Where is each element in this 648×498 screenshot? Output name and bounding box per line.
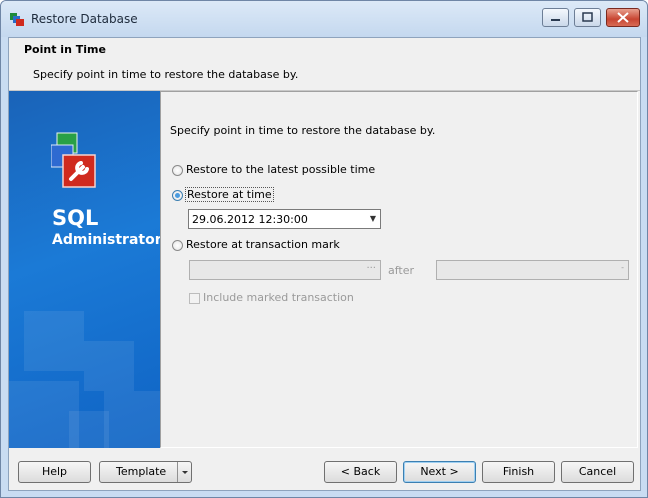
after-label: after [388,264,415,277]
brand-line-1: SQL [52,206,99,230]
maximize-icon [582,12,593,22]
finish-button-label: Finish [502,465,535,478]
radio-transaction-mark-label[interactable]: Restore at transaction mark [186,238,340,251]
next-button[interactable]: Next > [403,461,476,483]
radio-restore-at-time-label[interactable]: Restore at time [185,187,274,202]
intro-text: Specify point in time to restore the dat… [170,124,436,137]
title-bar[interactable]: Restore Database [1,1,647,37]
template-button[interactable]: Template [99,461,192,483]
close-button[interactable] [606,8,640,27]
page-title: Point in Time [24,43,106,56]
finish-button[interactable]: Finish [482,461,555,483]
maximize-button[interactable] [574,8,601,27]
chevron-down-icon [182,471,188,474]
sql-administrator-logo-icon [51,132,96,188]
sidebar-banner: SQL Administrator [9,91,160,448]
minimize-icon [551,19,560,21]
back-button-label: < Back [340,465,381,478]
wizard-footer: Help Template < Back Next > Finish Cance… [9,449,640,490]
restore-time-picker[interactable]: 29.06.2012 12:30:00 ▼ [188,209,381,229]
template-dropdown-arrow[interactable] [177,462,192,482]
back-button[interactable]: < Back [324,461,397,483]
window-title: Restore Database [31,12,138,26]
restore-database-window: Restore Database Point in Time Specify p… [0,0,648,498]
cancel-button[interactable]: Cancel [561,461,634,483]
ellipsis-icon[interactable]: ··· [366,263,376,274]
options-panel: Specify point in time to restore the dat… [160,91,638,448]
include-marked-label: Include marked transaction [203,291,354,304]
include-marked-checkbox[interactable] [189,293,200,304]
radio-transaction-mark[interactable] [172,240,183,251]
chevron-down-icon[interactable]: ▼ [370,214,376,223]
minimize-button[interactable] [542,8,569,27]
page-subtitle: Specify point in time to restore the dat… [33,68,299,81]
transaction-mark-input[interactable]: ··· [189,260,381,280]
database-restore-icon [10,13,24,26]
help-button-label: Help [41,465,68,478]
radio-restore-at-time[interactable] [172,190,183,201]
decorative-square [84,341,134,391]
wizard-header: Point in Time Specify point in time to r… [9,38,640,91]
decorative-square [69,411,109,448]
next-button-label: Next > [420,465,459,478]
template-button-label: Template [116,465,167,478]
radio-latest-time-label[interactable]: Restore to the latest possible time [186,163,375,176]
restore-time-value: 29.06.2012 12:30:00 [192,213,308,226]
brand-line-2: Administrator [52,232,160,248]
help-button[interactable]: Help [18,461,91,483]
dropdown-icon[interactable]: - [621,263,624,272]
decorative-square [104,391,160,448]
decorative-square [24,311,84,371]
wizard-dialog: Point in Time Specify point in time to r… [8,37,641,491]
cancel-button-label: Cancel [578,465,617,478]
mark-after-date-picker[interactable]: - [436,260,629,280]
radio-latest-time[interactable] [172,165,183,176]
close-icon [617,12,629,23]
